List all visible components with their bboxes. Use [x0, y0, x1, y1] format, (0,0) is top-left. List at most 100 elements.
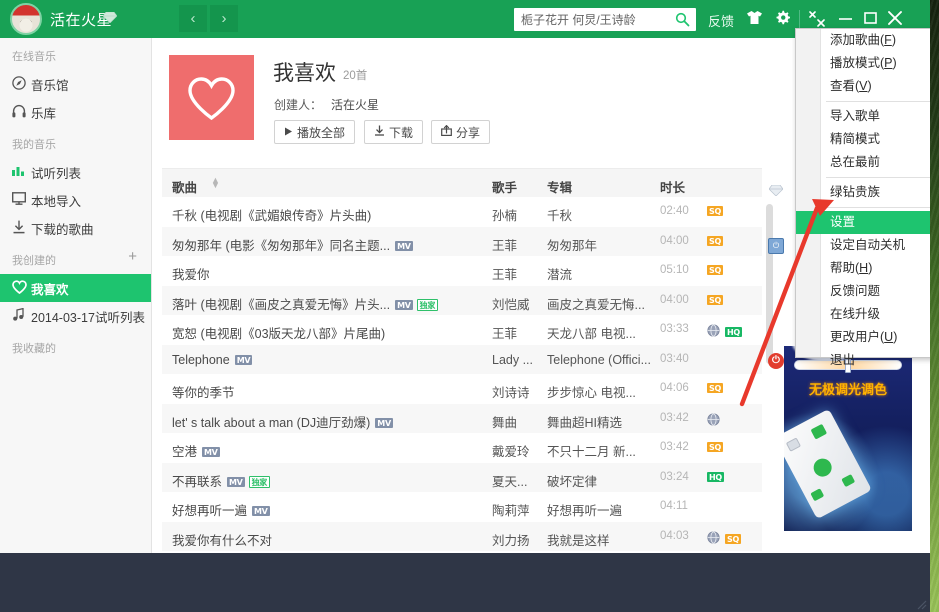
song-artist[interactable]: 王菲: [492, 235, 544, 254]
menu-item-9[interactable]: 帮助(H): [796, 257, 930, 280]
song-title[interactable]: 空港 MV: [172, 441, 220, 460]
mv-badge[interactable]: MV: [375, 417, 393, 428]
song-artist[interactable]: Lady ...: [492, 353, 544, 367]
close-icon[interactable]: [886, 9, 904, 27]
sidebar-item-0-g0[interactable]: 音乐馆: [0, 70, 151, 98]
song-album[interactable]: 画皮之真爱无悔...: [547, 294, 655, 313]
sidebar-item-0-g1[interactable]: 试听列表: [0, 158, 151, 186]
nav-back-button[interactable]: ‹: [179, 5, 207, 32]
download-button[interactable]: 下载: [364, 120, 424, 144]
scrollbar-thumb[interactable]: [766, 204, 773, 364]
song-album[interactable]: 千秋: [547, 205, 655, 224]
song-artist[interactable]: 夏天...: [492, 471, 544, 490]
avatar[interactable]: [10, 3, 42, 35]
song-title[interactable]: 我爱你有什么不对: [172, 530, 272, 549]
song-artist[interactable]: 舞曲: [492, 412, 544, 431]
menu-item-8[interactable]: ⏻ 设定自动关机: [768, 234, 930, 257]
plus-icon[interactable]: +: [128, 249, 137, 264]
song-list[interactable]: 千秋 (电视剧《武媚娘传奇》片头曲) 孙楠 千秋 02:40 SQ 匆匆那年 (电影《匆匆…: [162, 197, 762, 553]
menu-item-11[interactable]: 在线升级: [796, 303, 930, 326]
song-artist[interactable]: 戴爱玲: [492, 441, 544, 460]
song-artist[interactable]: 刘力扬: [492, 530, 544, 549]
column-header-artist[interactable]: 歌手: [492, 177, 517, 196]
song-title[interactable]: 宽恕 (电视剧《03版天龙八部》片尾曲): [172, 323, 385, 342]
main-menu-dropdown[interactable]: 添加歌曲(F) 播放模式(P) 查看(V) 导入歌单 精简模式 总在最前绿钻贵族设置 ⏻ 设定…: [768, 28, 930, 369]
table-row[interactable]: let' s talk about a man (DJ迪厅劲爆) MV 舞曲 舞曲超H…: [162, 403, 762, 433]
shirt-icon[interactable]: [745, 10, 763, 28]
list-scrollbar[interactable]: [766, 204, 773, 544]
song-artist[interactable]: 王菲: [492, 264, 544, 283]
song-title[interactable]: 落叶 (电视剧《画皮之真爱无悔》片头... MV 独家: [172, 294, 439, 313]
table-row[interactable]: 等你的季节 刘诗诗 步步惊心 电视... 04:06 SQ: [162, 374, 762, 404]
song-title[interactable]: 不再联系 MV 独家: [172, 471, 270, 490]
menu-item-0[interactable]: 添加歌曲(F): [796, 29, 930, 52]
diamond-icon[interactable]: [102, 11, 118, 24]
search-box[interactable]: [514, 8, 696, 31]
minimize-to-mini-icon[interactable]: [808, 11, 826, 29]
menu-item-1[interactable]: 播放模式(P): [796, 52, 930, 75]
song-album[interactable]: 破坏定律: [547, 471, 655, 490]
song-album[interactable]: 步步惊心 电视...: [547, 382, 655, 401]
sort-icon[interactable]: ▲ ▼: [211, 176, 220, 190]
table-row[interactable]: 落叶 (电视剧《画皮之真爱无悔》片头... MV 独家 刘恺威 画皮之真爱无悔... 04…: [162, 285, 762, 315]
table-row[interactable]: 好想再听一遍 MV 陶莉萍 好想再听一遍 04:11: [162, 492, 762, 522]
nav-forward-button[interactable]: ›: [210, 5, 238, 32]
table-row[interactable]: Telephone MV Lady ... Telephone (Offici... 0…: [162, 344, 762, 374]
song-album[interactable]: Telephone (Offici...: [547, 353, 655, 367]
mv-badge[interactable]: MV: [395, 299, 413, 310]
creator-name[interactable]: 活在火星: [331, 96, 379, 113]
search-icon[interactable]: [675, 12, 690, 27]
menu-item-4[interactable]: 精简模式: [796, 128, 930, 151]
resize-grip[interactable]: [915, 597, 927, 610]
sidebar-item-1-g2[interactable]: 2014-03-17试听列表: [0, 302, 151, 330]
sidebar-item-1-g1[interactable]: 本地导入: [0, 186, 151, 214]
share-button[interactable]: 分享: [431, 120, 491, 144]
table-row[interactable]: 我爱你 王菲 潜流 05:10 SQ: [162, 256, 762, 286]
table-row[interactable]: 不再联系 MV 独家 夏天... 破坏定律 03:24 HQ: [162, 462, 762, 492]
play-all-button[interactable]: 播放全部: [274, 120, 356, 144]
mv-badge[interactable]: MV: [227, 476, 245, 487]
song-title[interactable]: 等你的季节: [172, 382, 235, 401]
song-title[interactable]: Telephone MV: [172, 353, 253, 367]
song-title[interactable]: 千秋 (电视剧《武媚娘传奇》片头曲): [172, 205, 371, 224]
gear-icon[interactable]: [773, 10, 791, 28]
song-album[interactable]: 匆匆那年: [547, 235, 655, 254]
song-artist[interactable]: 陶莉萍: [492, 500, 544, 519]
feedback-button[interactable]: 反馈: [708, 11, 734, 30]
song-artist[interactable]: 王菲: [492, 323, 544, 342]
song-album[interactable]: 天龙八部 电视...: [547, 323, 655, 342]
table-row[interactable]: 千秋 (电视剧《武媚娘传奇》片头曲) 孙楠 千秋 02:40 SQ: [162, 197, 762, 227]
table-row[interactable]: 空港 MV 戴爱玲 不只十二月 新... 03:42 SQ: [162, 433, 762, 463]
song-album[interactable]: 舞曲超HI精选: [547, 412, 655, 431]
song-artist[interactable]: 刘诗诗: [492, 382, 544, 401]
song-artist[interactable]: 刘恺威: [492, 294, 544, 313]
menu-item-5[interactable]: 总在最前: [796, 151, 930, 174]
table-row[interactable]: 宽恕 (电视剧《03版天龙八部》片尾曲) 王菲 天龙八部 电视... 03:33 HQ: [162, 315, 762, 345]
song-title[interactable]: 我爱你: [172, 264, 210, 283]
playlist-cover[interactable]: [169, 55, 254, 140]
menu-item-6[interactable]: 绿钻贵族: [768, 181, 930, 204]
column-header-time[interactable]: 时长: [660, 177, 685, 196]
minimize-icon[interactable]: [836, 9, 854, 27]
sidebar-item-1-g0[interactable]: 乐库: [0, 98, 151, 126]
song-title[interactable]: 好想再听一遍 MV: [172, 500, 270, 519]
ad-banner-image[interactable]: 无极调光调色: [784, 346, 912, 531]
song-album[interactable]: 潜流: [547, 264, 655, 283]
menu-item-10[interactable]: 反馈问题: [796, 280, 930, 303]
column-header-album[interactable]: 专辑: [547, 177, 572, 196]
mv-badge[interactable]: MV: [234, 354, 253, 365]
mv-badge[interactable]: MV: [252, 506, 270, 516]
menu-item-7[interactable]: 设置: [796, 211, 930, 234]
menu-item-2[interactable]: 查看(V): [796, 75, 930, 98]
table-row[interactable]: 我爱你有什么不对 刘力扬 我就是这样 04:03 SQ: [162, 521, 762, 551]
song-album[interactable]: 不只十二月 新...: [547, 441, 655, 460]
mv-badge[interactable]: MV: [395, 240, 413, 251]
mv-badge[interactable]: MV: [202, 447, 220, 457]
menu-item-3[interactable]: 导入歌单: [796, 105, 930, 128]
search-input[interactable]: [521, 8, 666, 31]
song-title[interactable]: let' s talk about a man (DJ迪厅劲爆) MV: [172, 412, 393, 431]
song-title[interactable]: 匆匆那年 (电影《匆匆那年》同名主题... MV: [172, 235, 413, 254]
menu-item-12[interactable]: 更改用户(U): [796, 326, 930, 349]
song-album[interactable]: 好想再听一遍: [547, 500, 655, 519]
column-header-song[interactable]: 歌曲: [172, 177, 197, 196]
